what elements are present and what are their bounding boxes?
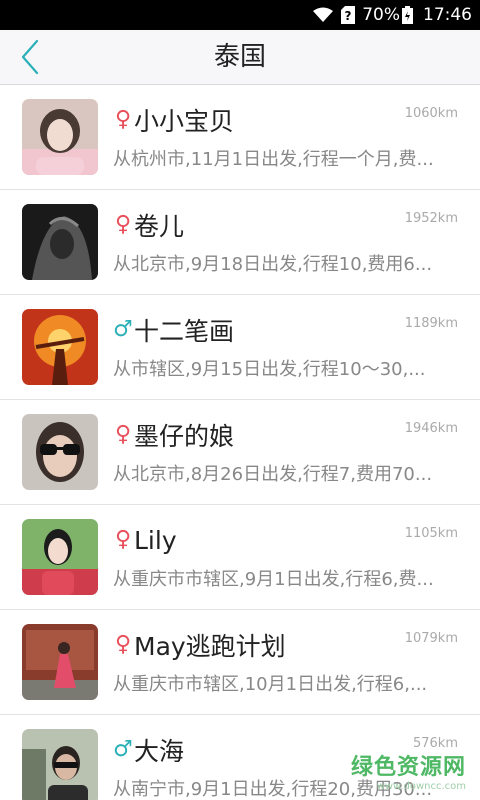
- avatar: [22, 729, 98, 800]
- trip-description: 从南宁市,9月1日出发,行程20,费用30...: [113, 779, 433, 800]
- user-name: 卷儿: [134, 212, 185, 241]
- name-row: ♀ 卷儿: [113, 208, 184, 242]
- distance: 1079km: [404, 631, 458, 646]
- distance: 1952km: [404, 211, 458, 226]
- wifi-icon: [312, 7, 334, 23]
- battery-percent: 70%: [362, 5, 400, 25]
- user-name: Lily: [134, 525, 177, 555]
- svg-text:?: ?: [345, 9, 352, 23]
- distance: 576km: [412, 736, 458, 751]
- list-item[interactable]: ♀ 小小宝贝 1060km 从杭州市,11月1日出发,行程一个月,费...: [0, 85, 480, 190]
- avatar: [22, 204, 98, 280]
- name-row: ♀ Lily: [113, 523, 177, 557]
- name-row: ♂ 十二笔画: [113, 313, 234, 347]
- trip-description: 从重庆市市辖区,10月1日出发,行程6,...: [113, 674, 428, 695]
- distance: 1060km: [404, 106, 458, 121]
- user-name: May逃跑计划: [134, 632, 286, 661]
- trip-description: 从北京市,8月26日出发,行程7,费用70...: [113, 464, 433, 485]
- female-icon: ♀: [114, 212, 132, 237]
- trip-description: 从杭州市,11月1日出发,行程一个月,费...: [113, 149, 434, 170]
- name-row: ♂ 大海: [113, 733, 184, 767]
- female-icon: ♀: [114, 527, 132, 552]
- user-name: 墨仔的娘: [134, 422, 235, 451]
- avatar: [22, 99, 98, 175]
- name-row: ♀ May逃跑计划: [113, 628, 286, 662]
- user-name: 十二笔画: [134, 317, 235, 346]
- avatar: [22, 414, 98, 490]
- male-icon: ♂: [113, 317, 133, 342]
- list-item[interactable]: ♂ 大海 576km 从南宁市,9月1日出发,行程20,费用30...: [0, 715, 480, 800]
- list-item[interactable]: ♀ 卷儿 1952km 从北京市,9月18日出发,行程10,费用6...: [0, 190, 480, 295]
- list-item[interactable]: ♀ Lily 1105km 从重庆市市辖区,9月1日出发,行程6,费...: [0, 505, 480, 610]
- user-name: 大海: [134, 737, 185, 766]
- list-item[interactable]: ♀ May逃跑计划 1079km 从重庆市市辖区,10月1日出发,行程6,...: [0, 610, 480, 715]
- distance: 1189km: [404, 316, 458, 331]
- name-row: ♀ 小小宝贝: [113, 103, 234, 137]
- traveler-list[interactable]: ♀ 小小宝贝 1060km 从杭州市,11月1日出发,行程一个月,费... ♀ …: [0, 85, 480, 800]
- trip-description: 从北京市,9月18日出发,行程10,费用6...: [113, 254, 433, 275]
- list-item[interactable]: ♂ 十二笔画 1189km 从市辖区,9月15日出发,行程10～30,...: [0, 295, 480, 400]
- distance: 1105km: [404, 526, 458, 541]
- avatar: [22, 309, 98, 385]
- name-row: ♀ 墨仔的娘: [113, 418, 234, 452]
- page-title: 泰国: [213, 42, 266, 72]
- list-item[interactable]: ♀ 墨仔的娘 1946km 从北京市,8月26日出发,行程7,费用70...: [0, 400, 480, 505]
- back-button[interactable]: [10, 36, 50, 78]
- trip-description: 从重庆市市辖区,9月1日出发,行程6,费...: [113, 569, 434, 590]
- female-icon: ♀: [114, 107, 132, 132]
- avatar: [22, 519, 98, 595]
- battery-icon: [402, 6, 413, 24]
- female-icon: ♀: [114, 422, 132, 447]
- chevron-left-icon: [21, 39, 39, 75]
- avatar: [22, 624, 98, 700]
- no-sim-icon: ?: [341, 6, 356, 24]
- distance: 1946km: [404, 421, 458, 436]
- nav-bar: 泰国: [0, 30, 480, 85]
- male-icon: ♂: [113, 737, 133, 762]
- clock: 17:46: [423, 5, 472, 25]
- status-bar: ? 70% 17:46: [0, 0, 480, 30]
- female-icon: ♀: [114, 632, 132, 657]
- trip-description: 从市辖区,9月15日出发,行程10～30,...: [113, 359, 426, 380]
- user-name: 小小宝贝: [134, 107, 235, 136]
